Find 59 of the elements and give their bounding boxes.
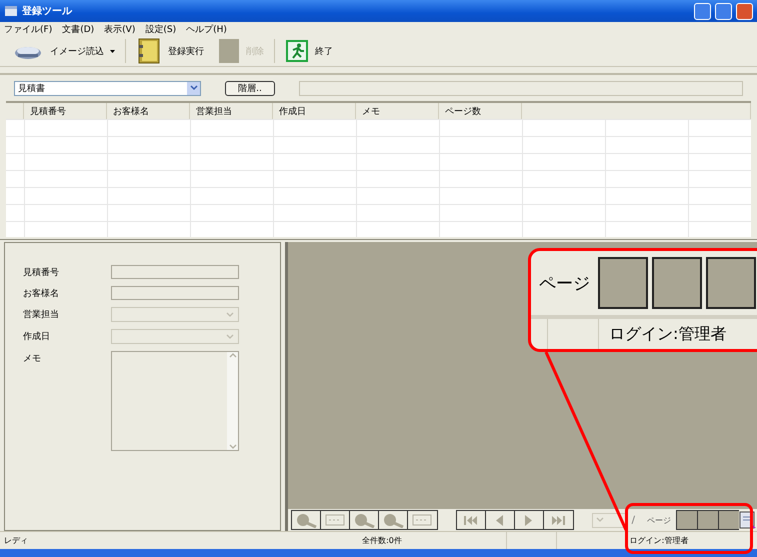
status-text: レディ <box>3 535 29 547</box>
page-label: ページ <box>647 514 671 526</box>
scroll-up-icon <box>228 352 236 358</box>
document-type-dropdown[interactable]: 見積書 <box>14 80 201 96</box>
page-separator: / <box>632 514 635 526</box>
page-thumbnail <box>652 257 702 309</box>
next-icon <box>525 514 532 526</box>
page-thumbnail <box>706 257 756 309</box>
minimize-button[interactable] <box>694 2 711 20</box>
scroll-down-icon <box>228 444 236 450</box>
column-header[interactable]: 作成日 <box>273 103 356 119</box>
field-label: メモ <box>23 352 42 365</box>
column-header[interactable]: お客様名 <box>107 103 190 119</box>
menu-item[interactable]: 設定(S) <box>145 22 176 36</box>
column-header[interactable]: 見積番号 <box>24 103 107 119</box>
fit-icon <box>410 512 434 528</box>
menu-item[interactable]: 文書(D) <box>62 22 94 36</box>
field-label: 作成日 <box>23 330 51 343</box>
page-thumbnail <box>598 257 648 309</box>
page-thumbnail[interactable] <box>676 510 697 530</box>
field-label: お客様名 <box>23 288 60 300</box>
column-header[interactable]: 営業担当 <box>190 103 273 119</box>
toolbar-button[interactable]: 終了 <box>281 37 337 65</box>
field-label: 見積番号 <box>23 266 60 279</box>
page-thumbnail[interactable] <box>718 510 739 530</box>
app-icon <box>4 5 18 17</box>
toolbar-button[interactable]: イメージ読込 <box>10 37 119 65</box>
binder-icon <box>136 37 162 65</box>
page-dropdown[interactable] <box>592 512 626 528</box>
input-field[interactable] <box>111 286 239 300</box>
memo-field[interactable] <box>111 351 239 451</box>
input-field[interactable] <box>111 265 239 279</box>
fit-icon <box>322 512 347 528</box>
login-status: ログイン:管理者 <box>608 324 726 344</box>
page-thumbnail[interactable] <box>697 510 718 530</box>
blank-icon <box>218 38 240 64</box>
caret-icon <box>226 312 234 318</box>
field-label: 営業担当 <box>23 308 60 321</box>
exit-icon <box>285 39 309 63</box>
menu-item[interactable]: 表示(V) <box>104 22 136 36</box>
scrollbar[interactable] <box>227 352 238 450</box>
status-text: 全件数:0件 <box>361 535 403 547</box>
restore-button[interactable] <box>715 2 732 20</box>
window-title: 登録ツール <box>22 4 74 18</box>
page-label: ページ <box>539 272 590 294</box>
last-page-icon <box>552 516 565 524</box>
caret-icon <box>190 85 198 91</box>
previous-icon <box>496 514 504 526</box>
column-header[interactable]: メモ <box>356 103 439 119</box>
caret-icon <box>226 334 234 340</box>
column-header[interactable]: ページ数 <box>439 103 522 119</box>
first-page-icon <box>464 516 478 524</box>
close-button[interactable] <box>736 2 753 20</box>
path-field[interactable] <box>299 80 743 96</box>
menu-item[interactable]: ファイル(F) <box>4 22 52 36</box>
hierarchy-button[interactable]: 階層.. <box>225 80 275 96</box>
toolbar-button[interactable]: 登録実行 <box>132 37 208 65</box>
menu-item[interactable]: ヘルプ(H) <box>186 22 227 36</box>
caret-icon <box>596 517 604 523</box>
